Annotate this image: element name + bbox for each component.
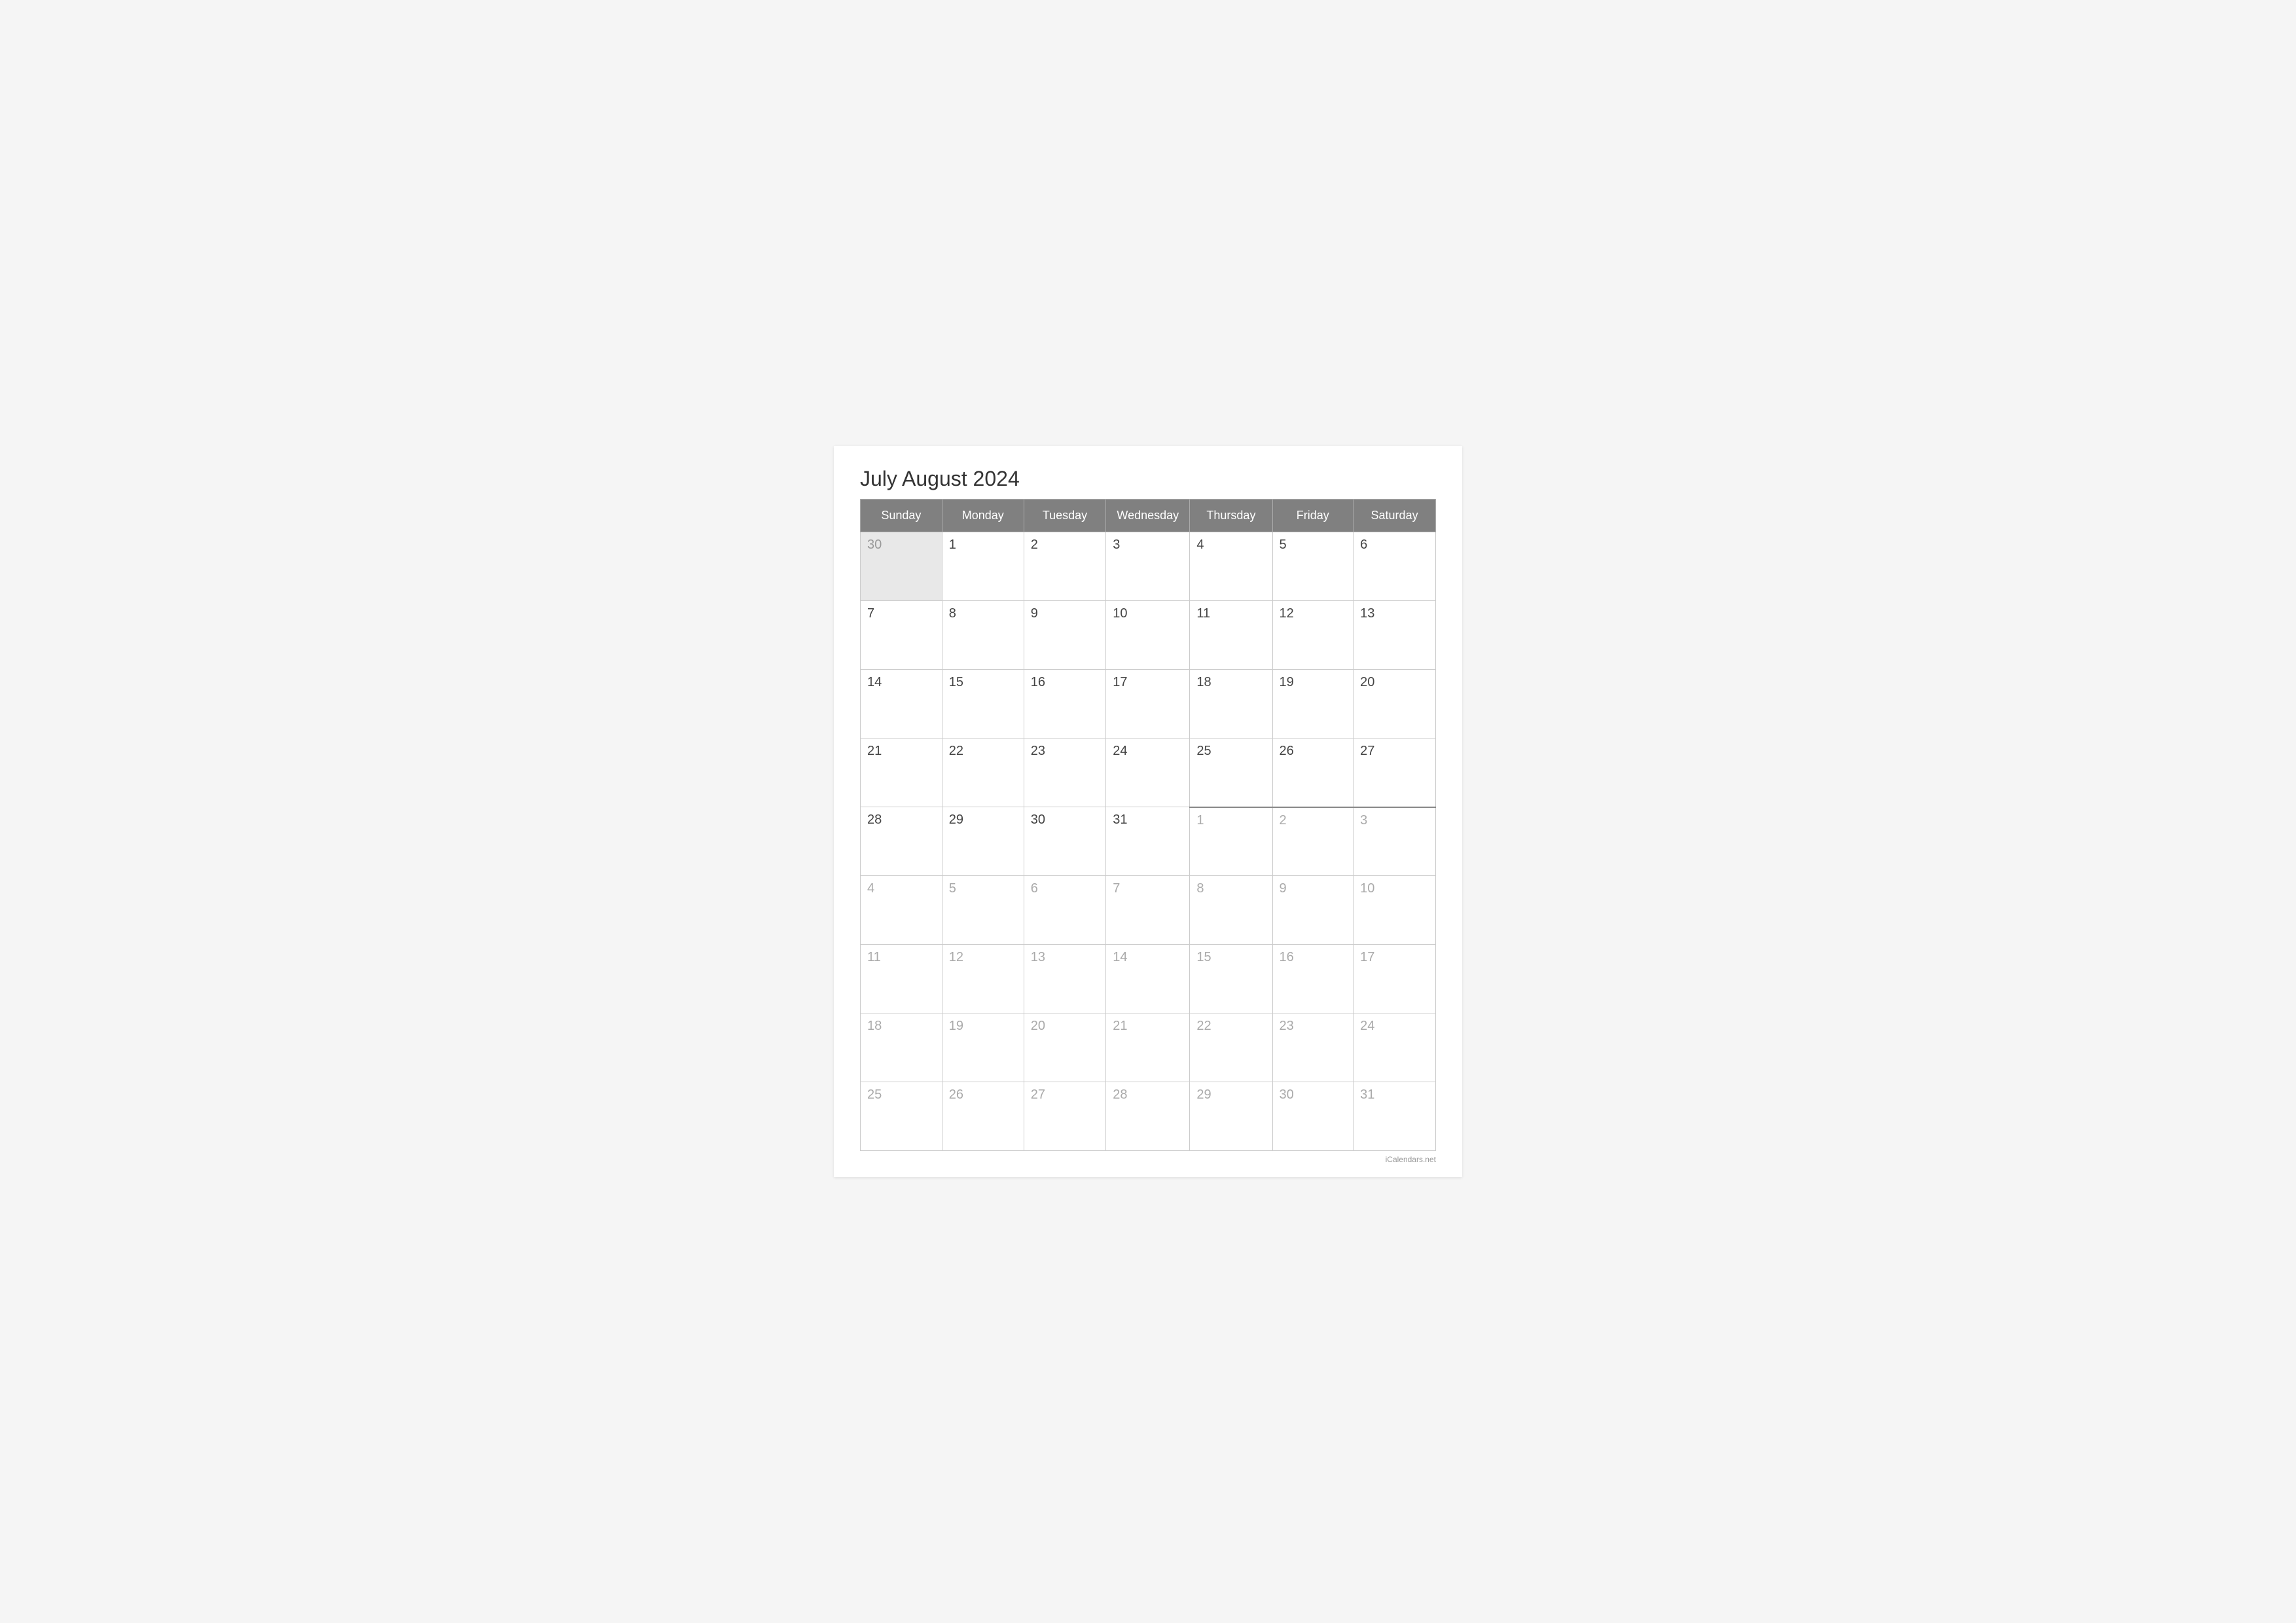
calendar-cell: 22 xyxy=(942,739,1024,807)
calendar-cell: 31 xyxy=(1354,1082,1436,1151)
calendar-cell: 4 xyxy=(1190,532,1272,601)
calendar-cell: 20 xyxy=(1354,670,1436,739)
header-cell-tuesday: Tuesday xyxy=(1024,500,1105,532)
calendar-cell: 12 xyxy=(1272,601,1354,670)
calendar-cell: 14 xyxy=(861,670,942,739)
calendar-row: 30123456 xyxy=(861,532,1436,601)
calendar-cell: 21 xyxy=(861,739,942,807)
header-cell-saturday: Saturday xyxy=(1354,500,1436,532)
calendar-cell: 20 xyxy=(1024,1013,1105,1082)
calendar-cell: 18 xyxy=(1190,670,1272,739)
calendar-cell: 24 xyxy=(1354,1013,1436,1082)
watermark: iCalendars.net xyxy=(860,1155,1436,1164)
header-row: SundayMondayTuesdayWednesdayThursdayFrid… xyxy=(861,500,1436,532)
header-cell-wednesday: Wednesday xyxy=(1106,500,1190,532)
calendar-cell: 11 xyxy=(861,945,942,1013)
calendar-cell: 6 xyxy=(1024,876,1105,945)
calendar-cell: 10 xyxy=(1106,601,1190,670)
calendar-cell: 21 xyxy=(1106,1013,1190,1082)
calendar-row: 78910111213 xyxy=(861,601,1436,670)
calendar-cell: 9 xyxy=(1272,876,1354,945)
calendar-cell: 17 xyxy=(1354,945,1436,1013)
calendar-cell: 3 xyxy=(1354,807,1436,876)
calendar-cell: 26 xyxy=(942,1082,1024,1151)
calendar-cell: 8 xyxy=(942,601,1024,670)
calendar-cell: 1 xyxy=(942,532,1024,601)
calendar-cell: 5 xyxy=(1272,532,1354,601)
calendar-cell: 19 xyxy=(942,1013,1024,1082)
calendar-cell: 30 xyxy=(1272,1082,1354,1151)
calendar-header: SundayMondayTuesdayWednesdayThursdayFrid… xyxy=(861,500,1436,532)
calendar-cell: 12 xyxy=(942,945,1024,1013)
calendar-cell: 2 xyxy=(1024,532,1105,601)
calendar-cell: 9 xyxy=(1024,601,1105,670)
calendar-row: 28293031123 xyxy=(861,807,1436,876)
calendar-cell: 23 xyxy=(1272,1013,1354,1082)
calendar-cell: 2 xyxy=(1272,807,1354,876)
calendar-cell: 15 xyxy=(942,670,1024,739)
calendar-cell: 27 xyxy=(1354,739,1436,807)
calendar-cell: 30 xyxy=(1024,807,1105,876)
calendar-cell: 23 xyxy=(1024,739,1105,807)
calendar-title: July August 2024 xyxy=(860,467,1436,491)
calendar-cell: 28 xyxy=(861,807,942,876)
calendar-cell: 29 xyxy=(1190,1082,1272,1151)
calendar-container: July August 2024 SundayMondayTuesdayWedn… xyxy=(834,446,1462,1177)
calendar-cell: 7 xyxy=(861,601,942,670)
calendar-cell: 17 xyxy=(1106,670,1190,739)
calendar-cell: 14 xyxy=(1106,945,1190,1013)
calendar-cell: 30 xyxy=(861,532,942,601)
calendar-cell: 29 xyxy=(942,807,1024,876)
header-cell-friday: Friday xyxy=(1272,500,1354,532)
calendar-cell: 13 xyxy=(1024,945,1105,1013)
calendar-cell: 19 xyxy=(1272,670,1354,739)
calendar-cell: 5 xyxy=(942,876,1024,945)
calendar-row: 14151617181920 xyxy=(861,670,1436,739)
calendar-cell: 26 xyxy=(1272,739,1354,807)
calendar-row: 45678910 xyxy=(861,876,1436,945)
calendar-cell: 31 xyxy=(1106,807,1190,876)
calendar-cell: 27 xyxy=(1024,1082,1105,1151)
calendar-cell: 6 xyxy=(1354,532,1436,601)
calendar-cell: 25 xyxy=(861,1082,942,1151)
calendar-cell: 24 xyxy=(1106,739,1190,807)
calendar-cell: 15 xyxy=(1190,945,1272,1013)
calendar-cell: 7 xyxy=(1106,876,1190,945)
calendar-cell: 22 xyxy=(1190,1013,1272,1082)
header-cell-monday: Monday xyxy=(942,500,1024,532)
calendar-cell: 25 xyxy=(1190,739,1272,807)
calendar-row: 11121314151617 xyxy=(861,945,1436,1013)
calendar-cell: 13 xyxy=(1354,601,1436,670)
calendar-cell: 11 xyxy=(1190,601,1272,670)
calendar-cell: 8 xyxy=(1190,876,1272,945)
calendar-cell: 18 xyxy=(861,1013,942,1082)
calendar-cell: 4 xyxy=(861,876,942,945)
calendar-row: 25262728293031 xyxy=(861,1082,1436,1151)
calendar-table: SundayMondayTuesdayWednesdayThursdayFrid… xyxy=(860,499,1436,1151)
calendar-cell: 3 xyxy=(1106,532,1190,601)
header-cell-thursday: Thursday xyxy=(1190,500,1272,532)
calendar-row: 18192021222324 xyxy=(861,1013,1436,1082)
calendar-cell: 1 xyxy=(1190,807,1272,876)
calendar-body: 3012345678910111213141516171819202122232… xyxy=(861,532,1436,1151)
calendar-row: 21222324252627 xyxy=(861,739,1436,807)
calendar-cell: 28 xyxy=(1106,1082,1190,1151)
header-cell-sunday: Sunday xyxy=(861,500,942,532)
calendar-cell: 16 xyxy=(1272,945,1354,1013)
calendar-cell: 16 xyxy=(1024,670,1105,739)
calendar-cell: 10 xyxy=(1354,876,1436,945)
